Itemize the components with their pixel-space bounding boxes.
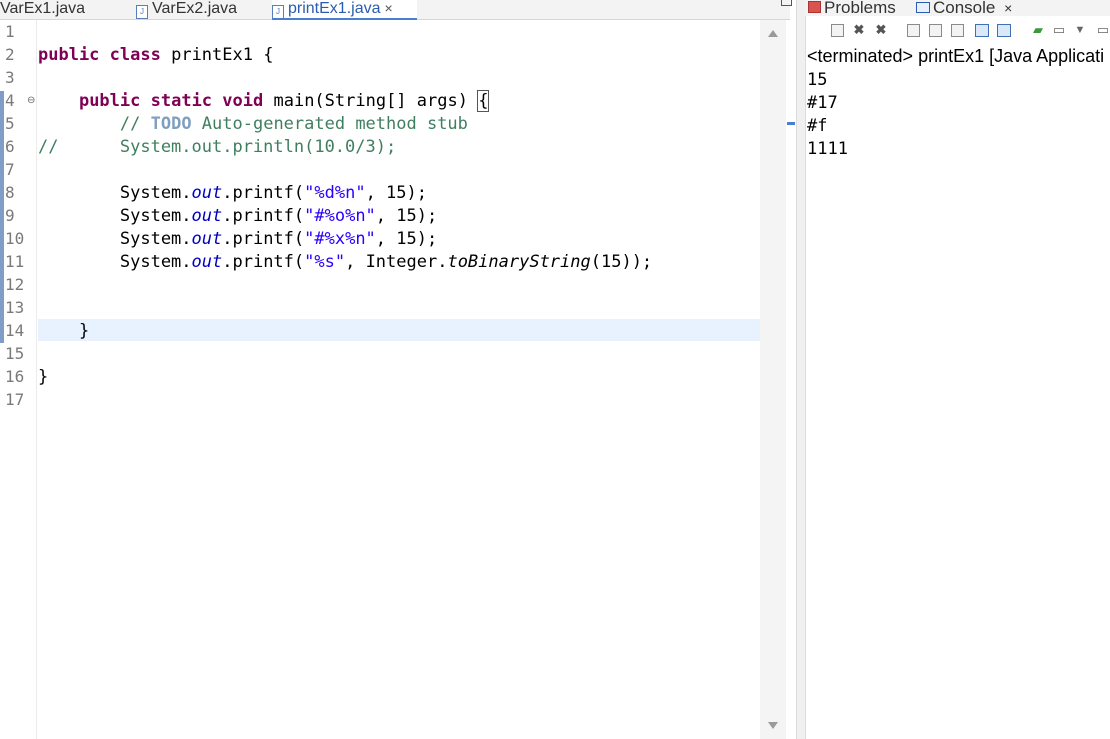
console-view-icon[interactable]: ▭: [1052, 23, 1066, 37]
tab-varex2[interactable]: J VarEx2.java: [136, 0, 256, 19]
tab-console-label: Console: [933, 0, 996, 17]
line-number: 14: [5, 321, 25, 340]
display-console-icon[interactable]: ▰: [1031, 23, 1045, 37]
line-number: 10: [5, 229, 25, 248]
tab-problems[interactable]: Problems: [808, 0, 896, 17]
view-menu-icon[interactable]: ▼: [1073, 23, 1087, 37]
code-line-2: public class printEx1 {: [38, 45, 274, 65]
line-number: 9: [5, 206, 15, 225]
open-console-icon[interactable]: [997, 24, 1011, 37]
tab-varex1[interactable]: VarEx1.java: [0, 0, 120, 19]
remove-launch-icon[interactable]: ✖: [852, 23, 866, 37]
tab-varex2-label: VarEx2.java: [152, 0, 238, 17]
line-number: 8: [5, 183, 15, 202]
line-number: 15: [5, 344, 25, 363]
code-editor[interactable]: public class printEx1 { public static vo…: [38, 20, 760, 739]
editor-tab-bar: VarEx1.java J VarEx2.java JprintEx1.java ×: [0, 0, 790, 20]
change-ruler: [0, 91, 4, 343]
code-line-9: System.out.printf("#%o%n", 15);: [38, 206, 438, 226]
console-output-line: #17: [807, 93, 838, 113]
console-output-line: 1111: [807, 139, 848, 159]
minimize-icon[interactable]: [781, 0, 792, 6]
word-wrap-icon[interactable]: [929, 24, 942, 37]
console-icon: [916, 2, 930, 13]
line-number: 1: [5, 22, 15, 41]
close-icon[interactable]: ×: [385, 0, 393, 16]
line-number: 13: [5, 298, 25, 317]
java-file-icon: J: [136, 5, 148, 19]
code-line-11: System.out.printf("%s", Integer.toBinary…: [38, 252, 653, 272]
console-tab-bar: Problems Console ×: [805, 0, 1110, 16]
console-output[interactable]: 15 #17 #f 1111: [807, 69, 848, 161]
tab-varex1-label: VarEx1.java: [0, 0, 86, 17]
tab-console[interactable]: Console ×: [916, 0, 1012, 16]
editor-vertical-scrollbar[interactable]: [760, 20, 786, 739]
remove-all-icon[interactable]: ✖: [874, 23, 888, 37]
overview-ruler-marker[interactable]: [787, 122, 795, 125]
terminate-icon[interactable]: [831, 24, 844, 37]
line-number: 16: [5, 367, 25, 386]
code-line-6: // System.out.println(10.0/3);: [38, 137, 397, 157]
code-line-16: }: [38, 367, 49, 387]
console-output-line: #f: [807, 116, 828, 136]
tab-problems-label: Problems: [824, 0, 896, 17]
java-file-icon: J: [272, 5, 284, 18]
line-number: 12: [5, 275, 25, 294]
code-line-8: System.out.printf("%d%n", 15);: [38, 183, 427, 203]
scroll-lock-icon[interactable]: [907, 24, 920, 37]
show-console-icon[interactable]: [951, 24, 964, 37]
line-number: 11: [5, 252, 25, 271]
code-line-10: System.out.printf("#%x%n", 15);: [38, 229, 438, 249]
scroll-down-arrow-icon[interactable]: [768, 722, 778, 729]
problems-icon: [808, 1, 821, 13]
line-number: 7: [5, 160, 15, 179]
code-line-14: }: [38, 321, 90, 341]
scroll-up-arrow-icon[interactable]: [768, 30, 778, 37]
console-launch-title: <terminated> printEx1 [Java Applicati: [807, 46, 1105, 66]
line-number: 2: [5, 45, 15, 64]
console-output-line: 15: [807, 70, 828, 90]
tab-printex1[interactable]: JprintEx1.java ×: [272, 0, 417, 20]
line-number: 17: [5, 390, 25, 409]
console-toolbar: ✖ ✖ ▰ ▭ ▼ ▭: [805, 20, 1110, 42]
tab-printex1-label: printEx1.java: [288, 0, 381, 17]
pin-console-icon[interactable]: [975, 24, 989, 37]
line-number: 3: [5, 68, 15, 87]
line-number: 6: [5, 137, 15, 156]
code-line-4: public static void main(String[] args) {: [78, 90, 490, 112]
line-number: 5: [5, 114, 15, 133]
code-line-5: // TODO Auto-generated method stub: [119, 114, 468, 134]
close-icon[interactable]: ×: [1004, 0, 1012, 16]
fold-collapse-icon[interactable]: ⊖: [27, 95, 35, 106]
view-sash[interactable]: [796, 0, 806, 739]
maximize-icon[interactable]: ▭: [1096, 23, 1110, 37]
matching-bracket: {: [477, 90, 490, 112]
